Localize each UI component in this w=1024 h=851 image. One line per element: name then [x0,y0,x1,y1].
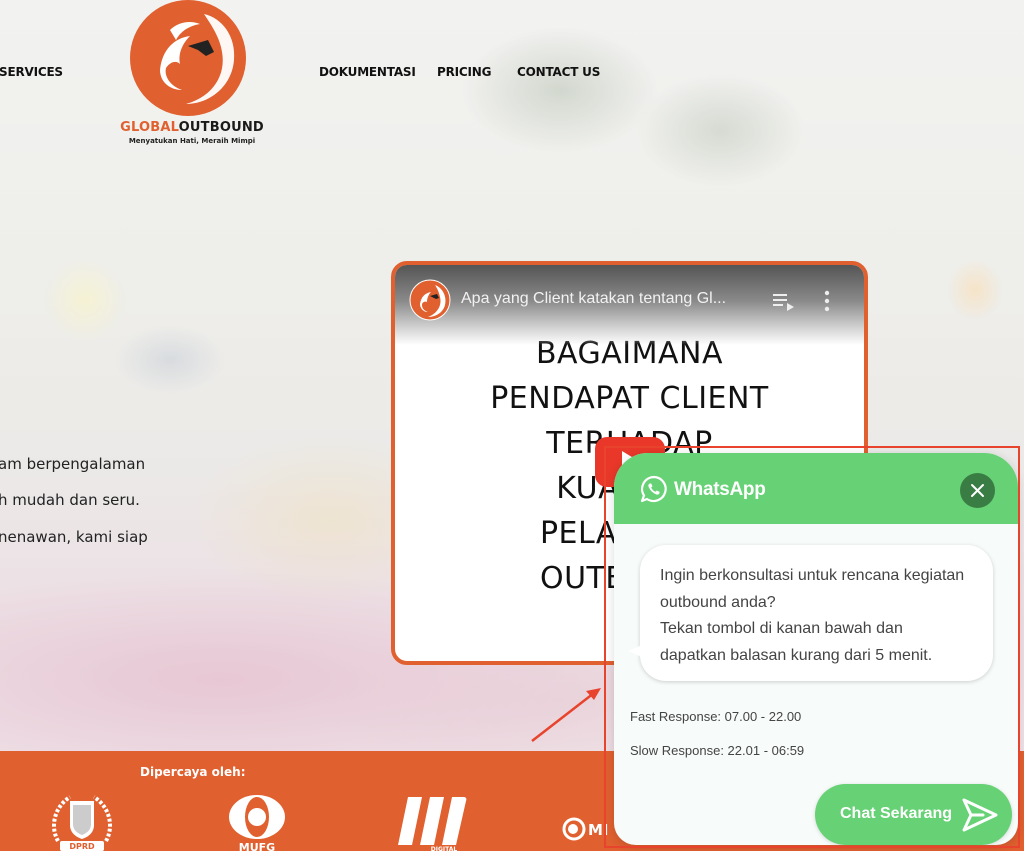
partner-name: MUFG [239,841,275,851]
eagle-logo-icon [130,0,246,116]
logo-tagline: Menyatukan Hati, Meraih Mimpi [128,137,256,145]
partner-logo-mufg: MUFG [226,795,288,851]
nav-contact-us[interactable]: CONTACT US [517,65,600,79]
close-button[interactable] [960,473,995,508]
partner-logo-dprd: DPRD [48,791,116,851]
partner-name: MI [588,821,609,839]
logo-brand-name: GLOBALOUTBOUND [112,120,272,135]
partner-name: DPRD [69,842,95,851]
video-text-line: PENDAPAT CLIENT [490,381,769,416]
more-vert-icon[interactable] [823,290,831,312]
whatsapp-message-line: Tekan tombol di kanan bawah dan dapatkan… [660,620,933,664]
hero-text-line: nenawan, kami siap [0,528,148,546]
channel-avatar-icon[interactable] [409,279,451,321]
whatsapp-message-line: Ingin berkonsultasi untuk rencana kegiat… [660,567,965,611]
mufg-logo-icon: MUFG [229,795,285,851]
fast-response-hours: Fast Response: 07.00 - 22.00 [630,709,802,724]
nav-dokumentasi[interactable]: DOKUMENTASI [319,65,416,79]
chat-now-label: Chat Sekarang [840,805,953,822]
partner-logo-digital: DIGITAL [398,797,468,851]
hero-text-line: am berpengalaman [0,455,146,473]
close-icon [971,484,984,497]
nav-services[interactable]: SERVICES [0,65,63,79]
partner-name: DIGITAL [431,846,458,851]
mi-logo-icon: MI [562,817,609,841]
whatsapp-header: WhatsApp [614,453,1018,524]
trusted-by-label: Dipercaya oleh: [140,765,246,779]
playlist-icon[interactable] [773,292,795,312]
whatsapp-icon [640,475,667,503]
whatsapp-chat-widget: WhatsApp Ingin berkonsultasi untuk renca… [614,453,1018,845]
hero-text-line: h mudah dan seru. [0,491,140,509]
whatsapp-message-bubble: Ingin berkonsultasi untuk rencana kegiat… [628,545,993,681]
site-logo[interactable]: GLOBALOUTBOUND Menyatukan Hati, Meraih M… [112,0,272,150]
logo-brand-part1: GLOBAL [120,120,179,135]
logo-brand-part2: OUTBOUND [178,120,264,135]
send-icon [962,798,998,832]
slow-response-hours: Slow Response: 22.01 - 06:59 [630,743,805,758]
dprd-emblem-icon: DPRD [52,795,112,851]
video-title[interactable]: Apa yang Client katakan tentang Gl... [461,290,726,308]
whatsapp-title: WhatsApp [674,479,766,500]
digital-logo-icon: DIGITAL [398,797,467,851]
partner-logo-mi: MI [562,817,622,843]
chat-now-button[interactable]: Chat Sekarang [815,784,1012,845]
nav-pricing[interactable]: PRICING [437,65,491,79]
